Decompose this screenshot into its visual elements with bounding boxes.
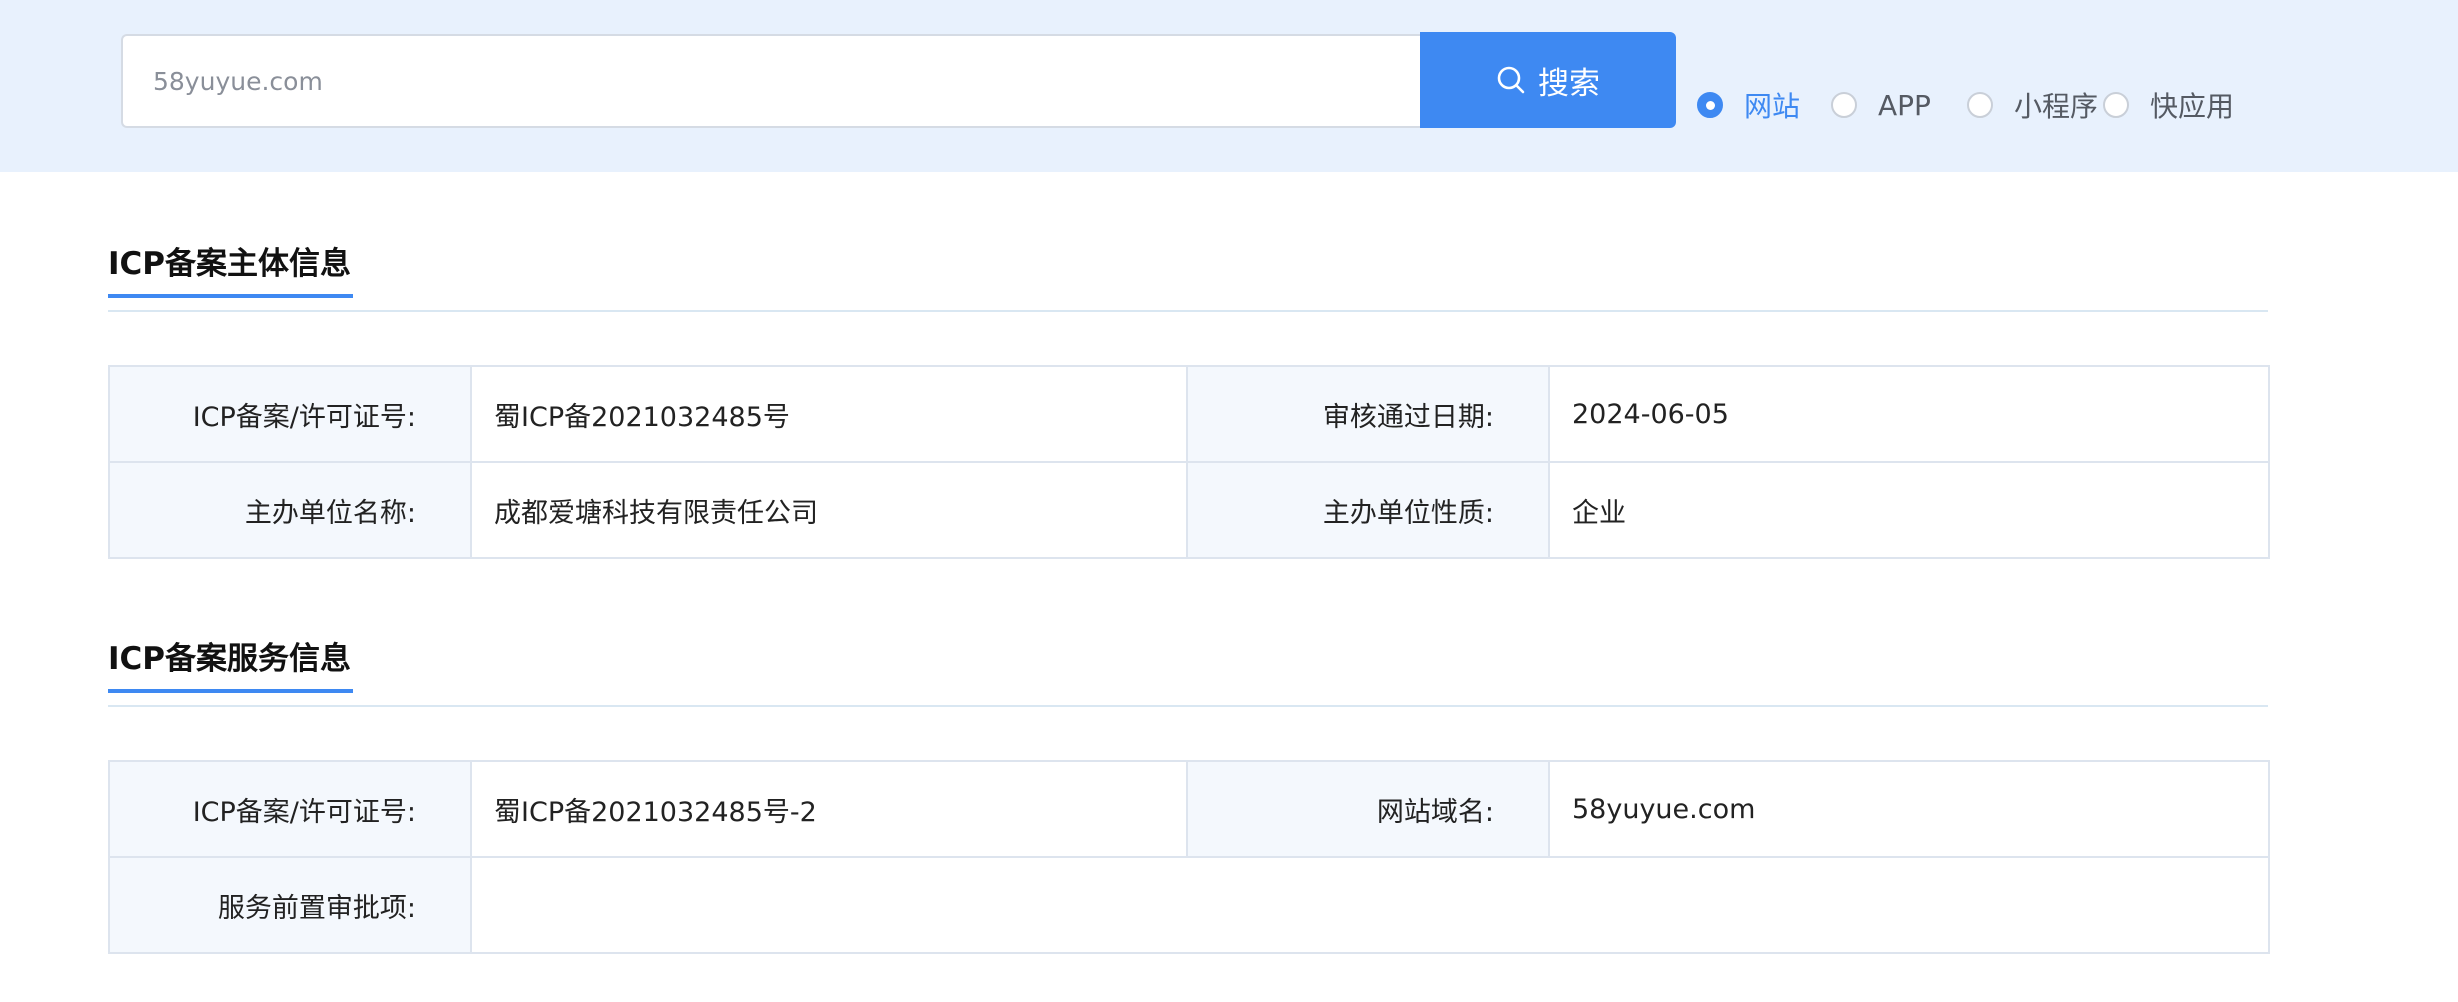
table-row: ICP备案/许可证号: 蜀ICP备2021032485号 审核通过日期: 202…	[108, 365, 2270, 463]
website-domain-label: 网站域名:	[1186, 760, 1550, 858]
table-row: 主办单位名称: 成都爱塘科技有限责任公司 主办单位性质: 企业	[108, 461, 2270, 559]
organizer-name-label: 主办单位名称:	[108, 461, 472, 559]
radio-option-website[interactable]: 网站	[1697, 82, 1800, 128]
service-license-number-label: ICP备案/许可证号:	[108, 760, 472, 858]
radio-label-mini-program: 小程序	[2014, 90, 2099, 123]
organizer-type-label: 主办单位性质:	[1186, 461, 1550, 559]
radio-checked-icon[interactable]	[1697, 92, 1723, 118]
website-domain-value: 58yuyue.com	[1548, 760, 2270, 858]
radio-label-quick-app: 快应用	[2150, 90, 2235, 123]
radio-option-mini-program[interactable]: 小程序	[1967, 82, 2098, 128]
radio-label-app: APP	[1878, 88, 1931, 122]
approval-date-label: 审核通过日期:	[1186, 365, 1550, 463]
license-number-value: 蜀ICP备2021032485号	[470, 365, 1188, 463]
approval-date-value: 2024-06-05	[1548, 365, 2270, 463]
section-title-underline	[108, 294, 353, 298]
table-row: 服务前置审批项:	[108, 856, 2270, 954]
search-button[interactable]: 搜索	[1420, 32, 1676, 128]
service-license-number-value: 蜀ICP备2021032485号-2	[470, 760, 1188, 858]
section-divider	[108, 705, 2268, 707]
search-button-label: 搜索	[1538, 65, 1600, 102]
radio-label-website: 网站	[1744, 90, 1801, 123]
organizer-type-value: 企业	[1548, 461, 2270, 559]
search-input[interactable]	[121, 34, 1421, 128]
radio-option-quick-app[interactable]: 快应用	[2103, 82, 2234, 128]
license-number-label: ICP备案/许可证号:	[108, 365, 472, 463]
pre-approval-items-label: 服务前置审批项:	[108, 856, 472, 954]
radio-option-app[interactable]: APP	[1831, 82, 1931, 128]
pre-approval-items-value	[470, 856, 2270, 954]
subject-info-table: ICP备案/许可证号: 蜀ICP备2021032485号 审核通过日期: 202…	[108, 365, 2270, 559]
section-title-subject-info: ICP备案主体信息	[108, 246, 352, 282]
section-title-underline	[108, 689, 353, 693]
organizer-name-value: 成都爱塘科技有限责任公司	[470, 461, 1188, 559]
radio-unchecked-icon[interactable]	[1831, 92, 1857, 118]
table-row: ICP备案/许可证号: 蜀ICP备2021032485号-2 网站域名: 58y…	[108, 760, 2270, 858]
radio-unchecked-icon[interactable]	[2103, 92, 2129, 118]
radio-unchecked-icon[interactable]	[1967, 92, 1993, 118]
search-icon	[1496, 65, 1526, 95]
section-title-service-info: ICP备案服务信息	[108, 641, 352, 677]
service-info-table: ICP备案/许可证号: 蜀ICP备2021032485号-2 网站域名: 58y…	[108, 760, 2270, 954]
section-divider	[108, 310, 2268, 312]
